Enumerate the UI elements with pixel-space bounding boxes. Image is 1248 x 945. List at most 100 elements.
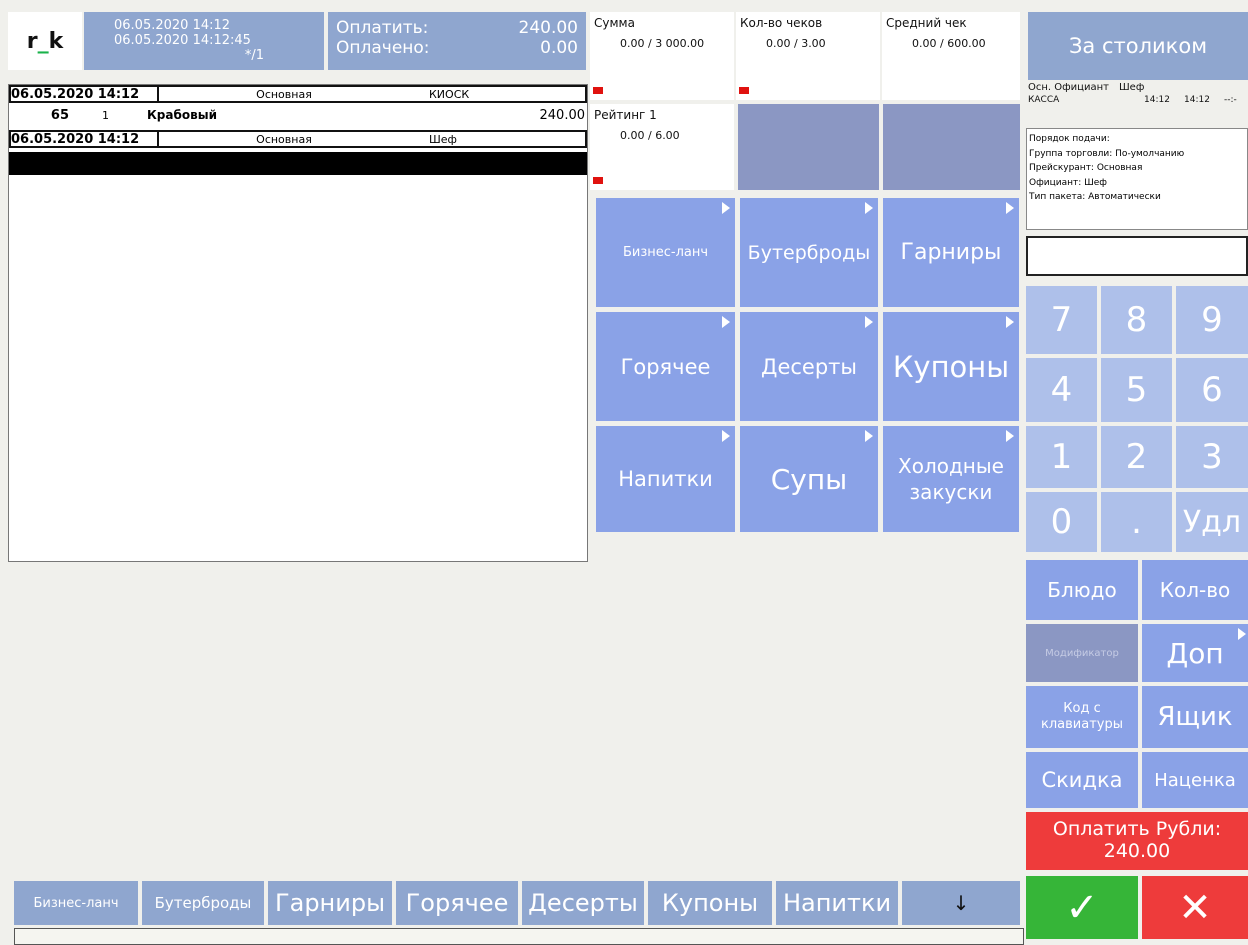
empty-stat-tile <box>883 104 1020 190</box>
paid-value: 0.00 <box>540 38 578 58</box>
numpad-key-5[interactable]: 5 <box>1101 358 1172 422</box>
numpad-key-1[interactable]: 1 <box>1026 426 1097 488</box>
stat-indicator <box>739 87 749 94</box>
order-open-time: 06.05.2020 14:12 <box>114 18 231 33</box>
extra-button[interactable]: Доп <box>1142 624 1248 682</box>
drawer-button[interactable]: Ящик <box>1142 686 1248 748</box>
paid-label: Оплачено: <box>336 38 430 58</box>
numpad-key-0[interactable]: 0 <box>1026 492 1097 552</box>
modifier-button[interactable]: Модификатор <box>1026 624 1138 682</box>
stat-value: 0.00 / 600.00 <box>912 37 986 50</box>
order-datetime-panel: 06.05.2020 14:12 06.05.2020 14:12:45 */1 <box>84 12 324 70</box>
status-bar <box>14 928 1024 945</box>
info-line: Тип пакета: Автоматически <box>1029 192 1161 202</box>
check-icon: ✓ <box>1065 884 1099 931</box>
order-date: 06.05.2020 14:12 <box>11 132 159 147</box>
submenu-arrow-icon <box>722 316 730 328</box>
time-close: --:- <box>1224 95 1237 105</box>
numpad-key-9[interactable]: 9 <box>1176 286 1248 354</box>
stat-indicator <box>593 177 603 184</box>
stat-label: Кол-во чеков <box>740 16 823 30</box>
order-waiter: Шеф <box>429 132 457 146</box>
strip-coupons[interactable]: Купоны <box>648 881 772 925</box>
stat-check-count: Кол-во чеков 0.00 / 3.00 <box>736 12 880 100</box>
strip-drinks[interactable]: Напитки <box>776 881 898 925</box>
category-garnish[interactable]: Гарниры <box>883 198 1019 307</box>
pay-rubles-button[interactable]: Оплатить Рубли: 240.00 <box>1026 812 1248 870</box>
numpad-key-dot[interactable]: . <box>1101 492 1172 552</box>
discount-button[interactable]: Скидка <box>1026 752 1138 808</box>
category-business-lunch[interactable]: Бизнес-ланч <box>596 198 735 307</box>
app-logo: r _ k <box>8 12 82 70</box>
order-header-row[interactable]: 06.05.2020 14:12 Основная Шеф <box>9 130 587 148</box>
arrow-down-icon[interactable]: ↓ <box>902 881 1020 925</box>
pay-value: 240.00 <box>518 18 578 38</box>
numeric-input[interactable] <box>1026 236 1248 276</box>
selected-row-highlight <box>9 152 587 175</box>
numpad-delete-button[interactable]: Удл <box>1176 492 1248 552</box>
time-open: 14:12 <box>1144 95 1170 105</box>
waiter-role: Осн. Официант <box>1028 82 1109 93</box>
order-place: КИОСК <box>429 87 470 101</box>
close-icon: ✕ <box>1178 884 1212 931</box>
table-service-button[interactable]: За столиком <box>1028 12 1248 80</box>
submenu-arrow-icon <box>865 202 873 214</box>
cancel-button[interactable]: ✕ <box>1142 876 1248 939</box>
numpad-key-7[interactable]: 7 <box>1026 286 1097 354</box>
keyboard-code-button[interactable]: Код с клавиатуры <box>1026 686 1138 748</box>
order-header-row[interactable]: 06.05.2020 14:12 Основная КИОСК <box>9 85 587 103</box>
markup-button[interactable]: Наценка <box>1142 752 1248 808</box>
strip-sandwiches[interactable]: Бутерброды <box>142 881 264 925</box>
submenu-arrow-icon <box>865 316 873 328</box>
category-cold-snacks[interactable]: Холодные закуски <box>883 426 1019 532</box>
category-hot[interactable]: Горячее <box>596 312 735 421</box>
strip-garnish[interactable]: Гарниры <box>268 881 392 925</box>
register-name: КАССА <box>1028 95 1060 105</box>
guest-counter: */1 <box>244 48 264 63</box>
quantity-button[interactable]: Кол-во <box>1142 560 1248 620</box>
numpad-key-2[interactable]: 2 <box>1101 426 1172 488</box>
stat-label: Сумма <box>594 16 635 30</box>
dish-button[interactable]: Блюдо <box>1026 560 1138 620</box>
strip-hot[interactable]: Горячее <box>396 881 518 925</box>
numpad-key-6[interactable]: 6 <box>1176 358 1248 422</box>
pay-label: Оплатить: <box>336 18 429 38</box>
item-name: Крабовый <box>147 108 217 122</box>
stat-indicator <box>593 87 603 94</box>
item-qty: 1 <box>102 108 109 122</box>
current-time: 06.05.2020 14:12:45 <box>114 33 251 48</box>
numpad-key-8[interactable]: 8 <box>1101 286 1172 354</box>
category-sandwiches[interactable]: Бутерброды <box>740 198 878 307</box>
stat-sum: Сумма 0.00 / 3 000.00 <box>590 12 734 100</box>
strip-business-lunch[interactable]: Бизнес-ланч <box>14 881 138 925</box>
category-coupons[interactable]: Купоны <box>883 312 1019 421</box>
order-list[interactable]: 06.05.2020 14:12 Основная КИОСК 65 1 Кра… <box>8 84 588 562</box>
order-item-row[interactable]: 65 1 Крабовый 240.00 <box>9 106 587 124</box>
category-soups[interactable]: Супы <box>740 426 878 532</box>
submenu-arrow-icon <box>1006 316 1014 328</box>
info-line: Официант: Шеф <box>1029 177 1107 188</box>
submenu-arrow-icon <box>865 430 873 442</box>
payment-summary: Оплатить: 240.00 Оплачено: 0.00 <box>328 12 586 70</box>
stat-label: Рейтинг 1 <box>594 108 657 122</box>
pay-label: Оплатить Рубли: <box>1052 818 1222 840</box>
submenu-arrow-icon <box>1006 430 1014 442</box>
pay-amount: 240.00 <box>1103 840 1171 862</box>
info-line: Группа торговли: По-умолчанию <box>1029 148 1185 159</box>
stat-label: Средний чек <box>886 16 967 30</box>
confirm-button[interactable]: ✓ <box>1026 876 1138 939</box>
time-current: 14:12 <box>1184 95 1210 105</box>
submenu-arrow-icon <box>1006 202 1014 214</box>
category-desserts[interactable]: Десерты <box>740 312 878 421</box>
submenu-arrow-icon <box>722 202 730 214</box>
numpad-key-3[interactable]: 3 <box>1176 426 1248 488</box>
order-info-box: Порядок подачи: Группа торговли: По-умол… <box>1026 128 1248 230</box>
waiter-name: Шеф <box>1118 82 1145 93</box>
stat-avg-check: Средний чек 0.00 / 600.00 <box>882 12 1020 100</box>
strip-desserts[interactable]: Десерты <box>522 881 644 925</box>
category-drinks[interactable]: Напитки <box>596 426 735 532</box>
stat-rating: Рейтинг 1 0.00 / 6.00 <box>590 104 734 190</box>
stat-value: 0.00 / 3.00 <box>766 37 826 50</box>
numpad-key-4[interactable]: 4 <box>1026 358 1097 422</box>
empty-stat-tile <box>738 104 879 190</box>
